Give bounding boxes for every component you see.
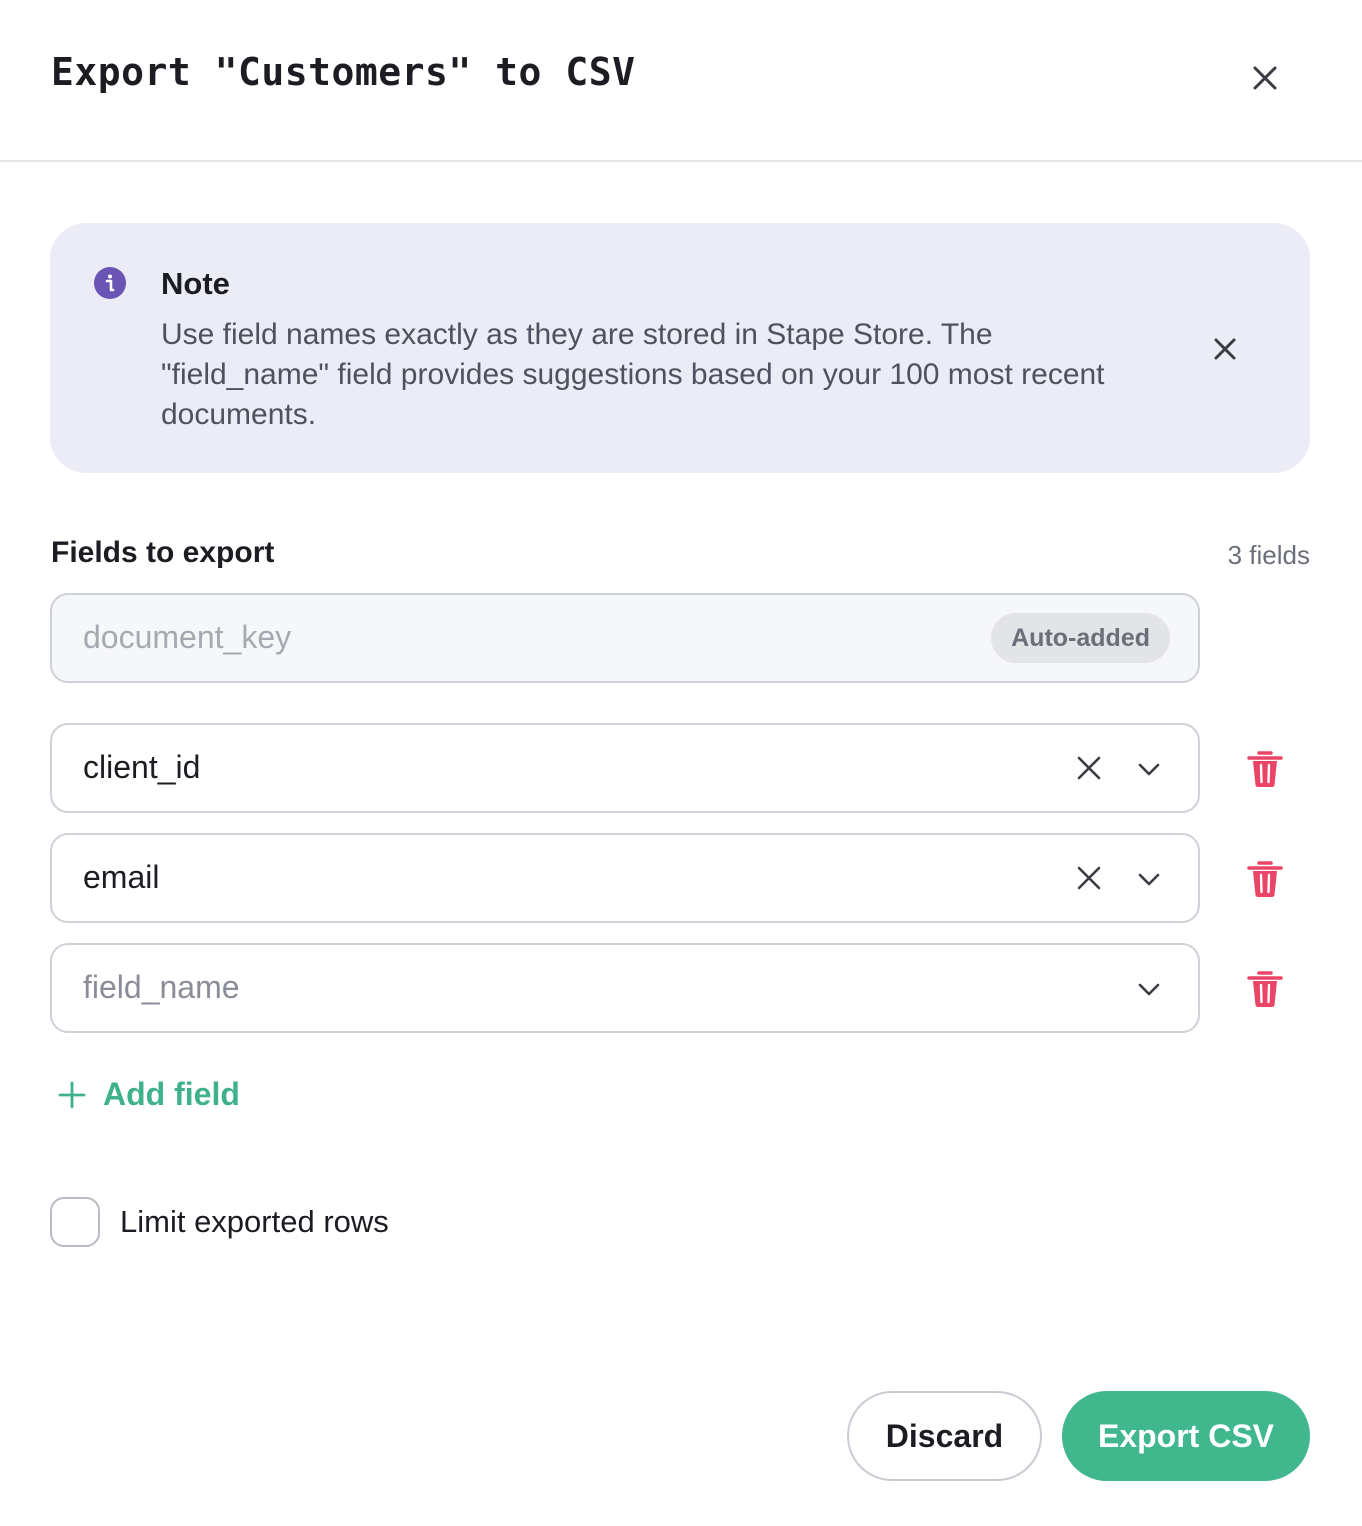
info-icon <box>94 267 126 299</box>
clear-icon[interactable] <box>1074 753 1104 783</box>
trash-icon[interactable] <box>1247 969 1283 1009</box>
field-value: client_id <box>83 749 201 785</box>
export-dialog: Export "Customers" to CSV Note Use field… <box>0 0 1362 1526</box>
dismiss-note-button[interactable] <box>1208 332 1242 366</box>
field-value: email <box>83 859 160 895</box>
export-csv-button[interactable]: Export CSV <box>1062 1391 1310 1481</box>
note-banner: Note Use field names exactly as they are… <box>50 223 1310 473</box>
note-title: Note <box>161 266 230 301</box>
chevron-down-icon[interactable] <box>1135 755 1163 783</box>
add-field-label: Add field <box>103 1076 240 1112</box>
auto-added-badge: Auto-added <box>991 613 1170 663</box>
field-count: 3 fields <box>1227 540 1310 570</box>
fields-section-label: Fields to export <box>51 536 275 569</box>
dialog-header: Export "Customers" to CSV <box>0 0 1362 162</box>
note-text: Use field names exactly as they are stor… <box>161 318 1105 431</box>
plus-icon <box>58 1081 86 1109</box>
document-key-field: document_key Auto-added <box>50 593 1200 683</box>
discard-button[interactable]: Discard <box>847 1391 1042 1481</box>
close-icon <box>1253 66 1277 90</box>
field-select-email[interactable]: email <box>50 833 1200 923</box>
chevron-down-icon[interactable] <box>1135 865 1163 893</box>
field-placeholder: field_name <box>83 969 240 1005</box>
dialog-title: Export "Customers" to CSV <box>51 50 636 94</box>
clear-icon[interactable] <box>1074 863 1104 893</box>
chevron-down-icon[interactable] <box>1135 975 1163 1003</box>
close-dialog-button[interactable] <box>1243 56 1287 100</box>
trash-icon[interactable] <box>1247 749 1283 789</box>
field-select-client-id[interactable]: client_id <box>50 723 1200 813</box>
field-select-empty[interactable]: field_name <box>50 943 1200 1033</box>
document-key-value: document_key <box>83 619 292 655</box>
limit-rows-label[interactable]: Limit exported rows <box>120 1204 389 1240</box>
close-icon <box>1214 338 1236 360</box>
limit-rows-checkbox[interactable] <box>50 1197 100 1247</box>
trash-icon[interactable] <box>1247 859 1283 899</box>
